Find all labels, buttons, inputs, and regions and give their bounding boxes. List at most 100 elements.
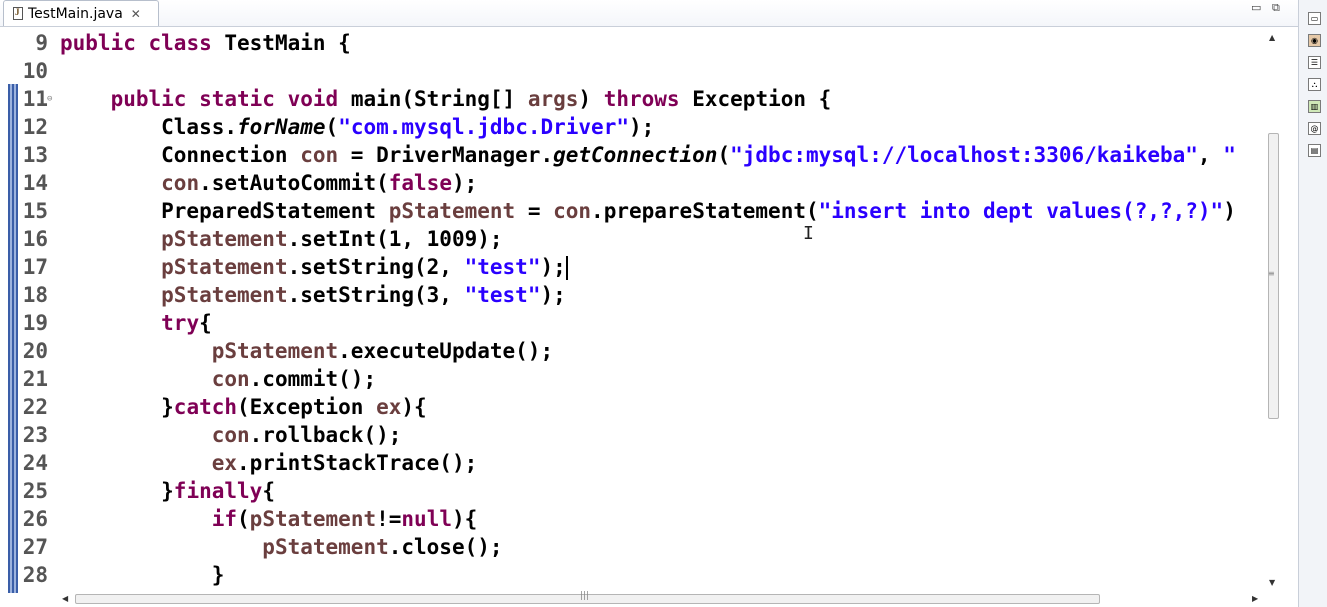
line-number: 12 xyxy=(22,115,48,139)
code-token: ( xyxy=(717,143,731,167)
variable-token: con xyxy=(211,367,250,391)
code-token: .rollback(); xyxy=(249,423,402,447)
scroll-up-icon[interactable]: ▲ xyxy=(1269,33,1275,42)
code-line[interactable]: 18 pStatement.setString(3, "test"); xyxy=(0,281,1266,309)
maximize-editor-button[interactable]: ⧉ xyxy=(1272,1,1280,15)
static-method-token: forName xyxy=(237,115,326,139)
code-token: .close(); xyxy=(388,535,503,559)
code-line[interactable]: 23 con.rollback(); xyxy=(0,421,1266,449)
keyword-token: catch xyxy=(173,395,238,419)
line-number: 13 xyxy=(22,143,48,167)
line-number: 9 xyxy=(35,31,48,55)
type-hierarchy-icon[interactable]: ⛬ xyxy=(1308,78,1321,91)
fold-collapse-icon[interactable]: ⊖ xyxy=(47,85,52,113)
code-token: main(String[] xyxy=(350,87,528,111)
code-line[interactable]: 11 ⊖ public static void main(String[] arg… xyxy=(0,85,1266,113)
code-token: ){ xyxy=(451,507,478,531)
keyword-token: try xyxy=(161,311,200,335)
horizontal-grip-icon: ||| xyxy=(580,591,590,601)
javadoc-icon[interactable]: @ xyxy=(1308,122,1321,135)
variable-token: pStatement xyxy=(161,227,288,251)
string-token: "com.mysql.jdbc.Driver" xyxy=(338,115,629,139)
code-line[interactable]: 24 ex.printStackTrace(); xyxy=(0,449,1266,477)
code-text: try{ xyxy=(60,309,212,337)
keyword-token: static xyxy=(199,87,288,111)
code-token: .printStackTrace(); xyxy=(237,451,478,475)
variable-token: ex xyxy=(211,451,238,475)
code-editor[interactable]: I 9 public class TestMain {10 11 ⊖ public s… xyxy=(0,27,1266,593)
code-text: ex.printStackTrace(); xyxy=(60,449,478,477)
line-number: 22 xyxy=(22,395,48,419)
code-token: .setString(2, xyxy=(287,255,465,279)
code-token: .setInt(1, 1009); xyxy=(287,227,503,251)
line-number: 20 xyxy=(22,339,48,363)
code-line[interactable]: 21 con.commit(); xyxy=(0,365,1266,393)
code-token: Exception { xyxy=(692,87,832,111)
console-icon[interactable]: ▤ xyxy=(1308,144,1321,157)
code-line[interactable]: 9 public class TestMain { xyxy=(0,29,1266,57)
editor-tab-title: TestMain.java xyxy=(28,5,123,22)
restore-view-icon[interactable]: ▭ xyxy=(1308,12,1321,25)
code-line[interactable]: 16 pStatement.setInt(1, 1009); xyxy=(0,225,1266,253)
code-line[interactable]: 28 } xyxy=(0,561,1266,589)
variable-token: args xyxy=(527,87,579,111)
keyword-token: false xyxy=(388,171,452,195)
package-explorer-icon[interactable]: ▥ xyxy=(1308,100,1321,113)
code-token: ); xyxy=(628,115,655,139)
outline-icon[interactable]: ☰ xyxy=(1308,56,1321,69)
code-line[interactable]: 10 xyxy=(0,57,1266,85)
code-text: public static void main(String[] args) t… xyxy=(60,85,832,113)
code-line[interactable]: 25 }finally{ xyxy=(0,477,1266,505)
code-text: pStatement.executeUpdate(); xyxy=(60,337,553,365)
line-number: 18 xyxy=(22,283,48,307)
code-line[interactable]: 27 pStatement.close(); xyxy=(0,533,1266,561)
code-line[interactable]: 26 if(pStatement!=null){ xyxy=(0,505,1266,533)
line-number: 17 xyxy=(22,255,48,279)
editor-tab-testmain[interactable]: TestMain.java ✕ xyxy=(3,0,159,26)
code-token: Class. xyxy=(60,115,238,139)
code-line[interactable]: 13 Connection con = DriverManager.getCon… xyxy=(0,141,1266,169)
string-token: "jdbc:mysql://localhost:3306/kaikeba" xyxy=(730,143,1198,167)
line-number: 26 xyxy=(22,507,48,531)
line-number: 19 xyxy=(22,311,48,335)
code-line[interactable]: 14 con.setAutoCommit(false); xyxy=(0,169,1266,197)
line-number: 14 xyxy=(22,171,48,195)
variable-token: pStatement xyxy=(161,283,288,307)
code-line[interactable]: 15 PreparedStatement pStatement = con.pr… xyxy=(0,197,1266,225)
horizontal-scrollbar[interactable]: ◀ ||| ▶ xyxy=(60,591,1266,607)
line-number: 25 xyxy=(22,479,48,503)
code-token: .setString(3, xyxy=(287,283,465,307)
minimize-editor-button[interactable]: ▭ xyxy=(1251,1,1261,14)
line-number: 21 xyxy=(22,367,48,391)
code-line[interactable]: 19 try{ xyxy=(0,309,1266,337)
code-token: = xyxy=(515,199,554,223)
code-token: ); xyxy=(451,171,478,195)
task-list-icon[interactable]: ◉ xyxy=(1308,34,1321,47)
scroll-down-icon[interactable]: ▼ xyxy=(1269,578,1275,587)
java-file-icon xyxy=(13,7,23,20)
variable-token: con xyxy=(300,143,339,167)
scroll-left-icon[interactable]: ◀ xyxy=(62,594,68,603)
code-token: .executeUpdate(); xyxy=(338,339,554,363)
variable-token: pStatement xyxy=(211,339,339,363)
code-token: } xyxy=(60,563,225,587)
line-number: 11 xyxy=(22,87,48,111)
close-tab-icon[interactable]: ✕ xyxy=(131,7,141,21)
code-token: = DriverManager. xyxy=(338,143,554,167)
code-line[interactable]: 20 pStatement.executeUpdate(); xyxy=(0,337,1266,365)
line-number: 23 xyxy=(22,423,48,447)
code-line[interactable]: 22 }catch(Exception ex){ xyxy=(0,393,1266,421)
code-token: } xyxy=(60,479,174,503)
code-line[interactable]: 17 pStatement.setString(2, "test"); xyxy=(0,253,1266,281)
vertical-scrollbar[interactable]: ▲ ≡ ▼ xyxy=(1266,27,1282,593)
line-number: 15 xyxy=(22,199,48,223)
code-token: ) xyxy=(1223,199,1236,223)
scroll-right-icon[interactable]: ▶ xyxy=(1252,594,1258,603)
code-line[interactable]: 12 Class.forName("com.mysql.jdbc.Driver"… xyxy=(0,113,1266,141)
variable-token: con xyxy=(553,199,592,223)
